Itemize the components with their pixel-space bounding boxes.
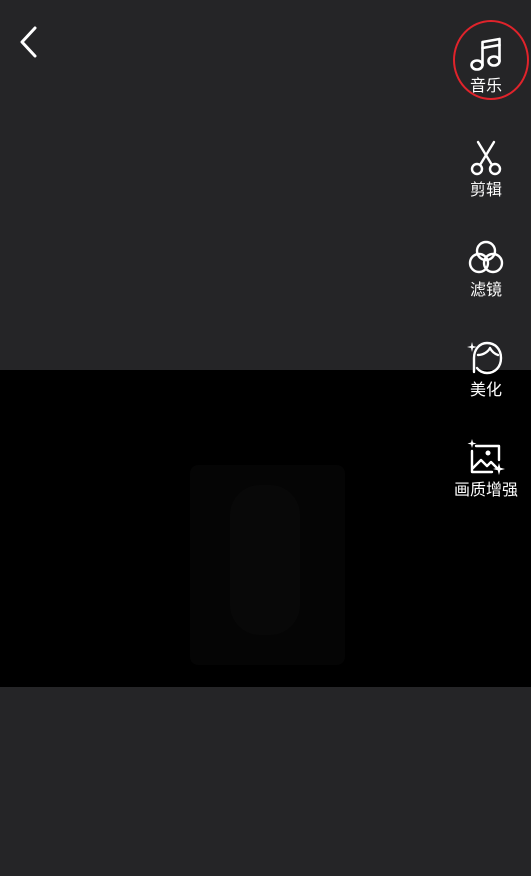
right-toolbar: 音乐 剪辑 滤镜 美化 画质增强 bbox=[441, 0, 531, 520]
chevron-left-icon bbox=[20, 26, 37, 58]
filter-button[interactable]: 滤镜 bbox=[441, 238, 531, 300]
video-editor-screen: 音乐 剪辑 滤镜 美化 画质增强 bbox=[0, 0, 531, 876]
music-label: 音乐 bbox=[469, 76, 502, 95]
edit-button[interactable]: 剪辑 bbox=[441, 138, 531, 200]
video-frame-content bbox=[190, 465, 345, 665]
scissors-icon bbox=[470, 140, 502, 176]
music-button[interactable]: 音乐 bbox=[441, 34, 531, 96]
enhance-label: 画质增强 bbox=[453, 480, 518, 499]
edit-label: 剪辑 bbox=[469, 180, 502, 199]
beauty-label: 美化 bbox=[469, 380, 502, 399]
enhance-button[interactable]: 画质增强 bbox=[441, 438, 531, 500]
filter-circles-icon bbox=[468, 240, 504, 274]
beauty-button[interactable]: 美化 bbox=[441, 338, 531, 400]
back-button[interactable] bbox=[10, 22, 50, 62]
music-note-icon bbox=[470, 37, 501, 71]
image-sparkle-icon bbox=[467, 439, 505, 475]
filter-label: 滤镜 bbox=[469, 280, 502, 299]
face-sparkle-icon bbox=[467, 341, 503, 375]
